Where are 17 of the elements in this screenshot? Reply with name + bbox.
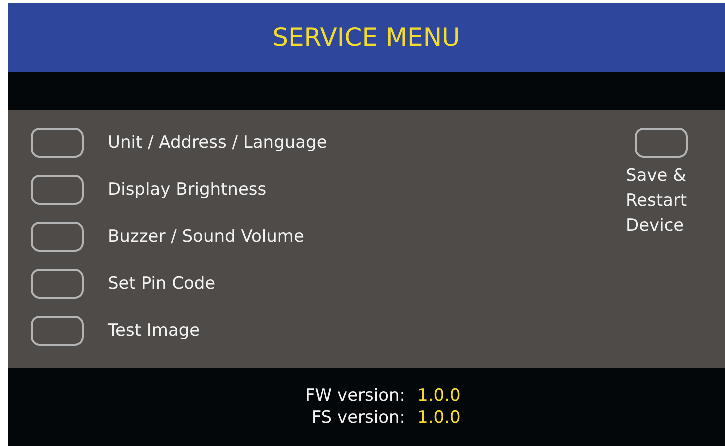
menu-title: SERVICE MENU <box>272 23 460 52</box>
version-value: 1.0.0 <box>418 386 462 406</box>
save-restart-label: Save & Restart Device <box>626 165 688 238</box>
menu-key-button[interactable] <box>31 128 84 158</box>
menu-key-button[interactable] <box>31 175 84 205</box>
save-key-button[interactable] <box>634 128 688 158</box>
version-label: FS version: <box>310 408 406 428</box>
menu-key-button[interactable] <box>31 269 84 299</box>
menu-item-label: Display Brightness <box>108 180 267 200</box>
menu-key-button[interactable] <box>31 316 84 346</box>
version-value: 1.0.0 <box>418 408 462 428</box>
menu-item-label: Buzzer / Sound Volume <box>108 227 304 247</box>
version-label: FW version: <box>304 386 406 406</box>
menu-item-label: Test Image <box>108 321 200 341</box>
menu-key-button[interactable] <box>31 222 84 252</box>
menu-item-label: Set Pin Code <box>108 274 216 294</box>
menu-item-label: Unit / Address / Language <box>108 133 328 153</box>
